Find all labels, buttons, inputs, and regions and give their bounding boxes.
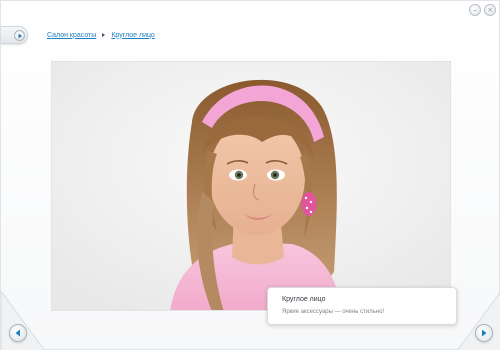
- main-photo: [51, 61, 451, 311]
- play-icon: [14, 30, 25, 41]
- arrow-left-icon: [15, 329, 20, 337]
- breadcrumb-separator-icon: [102, 33, 106, 37]
- page-corner-left: [1, 291, 45, 350]
- next-page-button[interactable]: [475, 324, 493, 342]
- breadcrumb-link-round-face[interactable]: Круглое лицо: [111, 32, 155, 39]
- previous-page-button[interactable]: [9, 324, 27, 342]
- page-corner-right: [457, 291, 500, 350]
- minimize-icon: –: [473, 5, 477, 14]
- breadcrumb: Салон красоты Круглое лицо: [47, 30, 155, 40]
- caption-card: Круглое лицо Яркие аксессуары — очень ст…: [267, 287, 457, 325]
- caption-subtitle: Яркие аксессуары — очень стильно!: [282, 309, 385, 315]
- girl-portrait-illustration: [52, 62, 450, 310]
- close-button[interactable]: ×: [484, 4, 496, 16]
- breadcrumb-link-beauty-salon[interactable]: Салон красоты: [47, 32, 96, 39]
- caption-title: Круглое лицо: [282, 296, 326, 303]
- minimize-button[interactable]: –: [469, 4, 481, 16]
- close-icon: ×: [487, 5, 493, 14]
- arrow-right-icon: [482, 329, 487, 337]
- app-window: – × Салон красоты Круглое лицо Круглое л…: [0, 0, 500, 350]
- side-menu-tab[interactable]: [1, 26, 28, 44]
